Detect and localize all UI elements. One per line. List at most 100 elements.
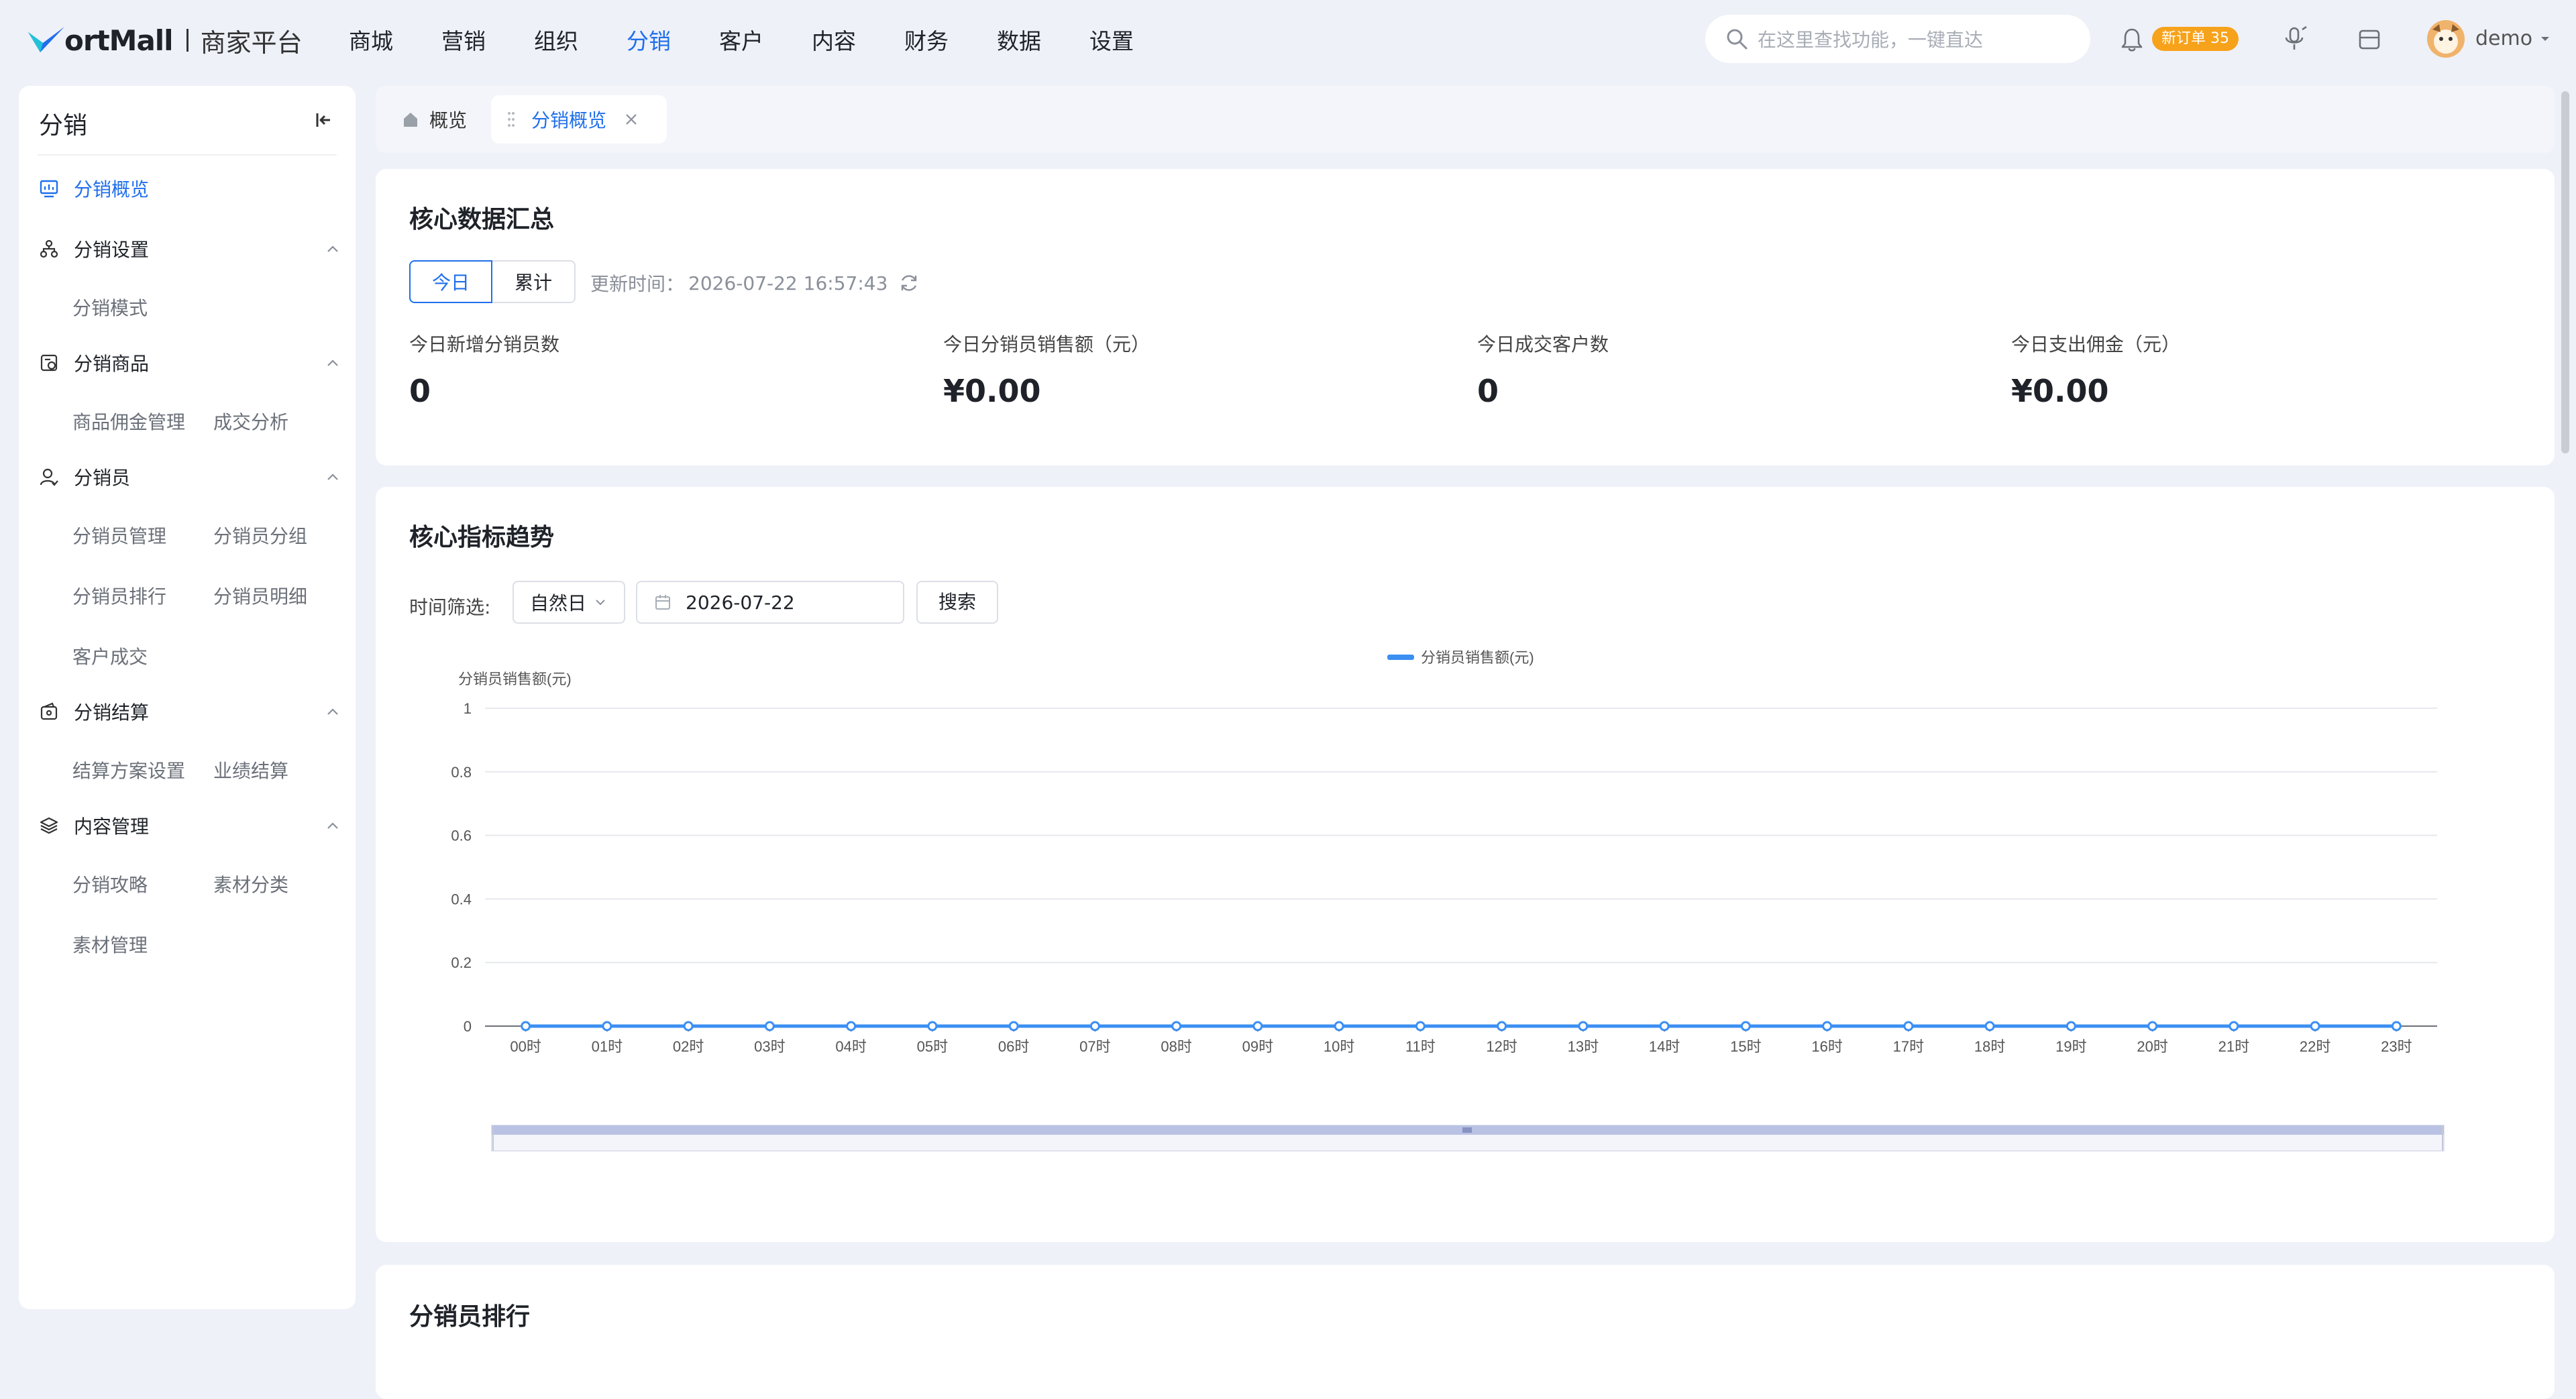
sidebar-sub-manage[interactable]: 分销员管理 xyxy=(72,522,166,549)
top-bar: ortMall 商家平台 商城 营销 组织 分销 客户 内容 财务 数据 设置 … xyxy=(0,0,2576,79)
sidebar-group-label: 内容管理 xyxy=(74,816,150,838)
org-tree-icon xyxy=(40,239,58,258)
new-order-badge[interactable]: 新订单 35 xyxy=(2152,27,2239,51)
tab-home[interactable]: 概览 xyxy=(386,95,487,144)
period-toggle: 今日 累计 xyxy=(409,260,576,303)
nav-finance[interactable]: 财务 xyxy=(904,23,949,56)
nav-marketing[interactable]: 营销 xyxy=(441,23,486,56)
user-menu[interactable]: demo xyxy=(2475,27,2551,50)
tab-current-label: 分销概览 xyxy=(531,109,607,131)
period-total-button[interactable]: 累计 xyxy=(492,260,576,303)
avatar-face-icon xyxy=(2427,20,2465,58)
stat-value: 0 xyxy=(409,373,431,409)
sidebar-group-distributors[interactable]: 分销员 xyxy=(39,460,341,494)
data-point xyxy=(2229,1021,2239,1031)
chevron-up-icon xyxy=(327,708,338,715)
x-tick-label: 22时 xyxy=(2300,1038,2330,1055)
sidebar-divider xyxy=(38,154,337,156)
stat-new-distributors: 今日新增分销员数 0 xyxy=(409,330,559,409)
nav-customer[interactable]: 客户 xyxy=(719,23,763,56)
search-icon xyxy=(1727,29,1748,50)
sidebar-sub-detail[interactable]: 分销员明细 xyxy=(213,582,307,609)
summary-title: 核心数据汇总 xyxy=(409,206,555,233)
x-tick-label: 23时 xyxy=(2381,1038,2412,1055)
sidebar-group-settings[interactable]: 分销设置 xyxy=(39,232,341,266)
sidebar-sub-analysis[interactable]: 成交分析 xyxy=(213,408,288,435)
sidebar-group-label: 分销设置 xyxy=(74,239,150,261)
wallet-icon xyxy=(40,702,58,720)
stat-customers: 今日成交客户数 0 xyxy=(1477,330,1609,409)
sidebar-group-settlement[interactable]: 分销结算 xyxy=(39,695,341,728)
nav-content[interactable]: 内容 xyxy=(812,23,856,56)
sidebar-group-label: 分销商品 xyxy=(74,353,150,375)
username: demo xyxy=(2475,27,2533,50)
sidebar-sub-mode[interactable]: 分销模式 xyxy=(72,294,148,321)
close-icon[interactable] xyxy=(624,112,639,127)
nav-distribution[interactable]: 分销 xyxy=(627,23,671,56)
nav-settings[interactable]: 设置 xyxy=(1089,23,1134,56)
y-tick-label: 1 xyxy=(464,700,472,717)
sidebar-sub-material[interactable]: 素材管理 xyxy=(72,931,148,958)
data-point xyxy=(521,1021,531,1031)
logo[interactable]: ortMall 商家平台 xyxy=(27,20,303,60)
x-tick-label: 19时 xyxy=(2055,1038,2086,1055)
search-input[interactable]: 在这里查找功能，一键直达 xyxy=(1705,15,2090,63)
nav-organization[interactable]: 组织 xyxy=(534,23,578,56)
tab-distribution-overview[interactable]: 分销概览 xyxy=(491,95,667,144)
sidebar-group-goods[interactable]: 分销商品 xyxy=(39,346,341,380)
sidebar-group-content[interactable]: 内容管理 xyxy=(39,809,341,842)
legend-label: 分销员销售额(元) xyxy=(1421,649,1534,666)
x-tick-label: 00时 xyxy=(510,1038,541,1055)
data-point xyxy=(1171,1021,1182,1031)
avatar[interactable] xyxy=(2427,20,2465,58)
x-tick-label: 01时 xyxy=(592,1038,623,1055)
data-point xyxy=(1415,1021,1426,1031)
chevron-up-icon xyxy=(327,359,338,366)
y-tick-label: 0.2 xyxy=(451,954,472,971)
y-tick-label: 0.8 xyxy=(451,764,472,781)
sidebar: 分销 分销概览 分销设置 分销模式 分销商品 商品佣金管理 成交分析 分销员 分… xyxy=(19,86,356,1309)
page-scrollbar[interactable] xyxy=(2561,91,2569,453)
x-tick-label: 07时 xyxy=(1079,1038,1110,1055)
refresh-icon[interactable] xyxy=(898,272,920,294)
x-tick-label: 09时 xyxy=(1242,1038,1273,1055)
chevron-up-icon xyxy=(327,822,338,829)
sidebar-group-label: 分销员 xyxy=(74,467,131,489)
sidebar-sub-scheme[interactable]: 结算方案设置 xyxy=(72,757,185,783)
store-icon[interactable] xyxy=(2357,27,2381,51)
layers-icon xyxy=(40,817,58,834)
data-point xyxy=(2065,1021,2076,1031)
sidebar-sub-category[interactable]: 素材分类 xyxy=(213,871,288,897)
sidebar-sub-rank[interactable]: 分销员排行 xyxy=(72,582,166,609)
data-point xyxy=(683,1021,694,1031)
stat-value: ¥0.00 xyxy=(943,373,1041,409)
data-point xyxy=(927,1021,938,1031)
nav-data[interactable]: 数据 xyxy=(997,23,1041,56)
sidebar-item-label: 分销概览 xyxy=(74,178,150,201)
sidebar-sub-group[interactable]: 分销员分组 xyxy=(213,522,307,549)
sidebar-sub-commission[interactable]: 商品佣金管理 xyxy=(72,408,185,435)
data-point xyxy=(1659,1021,1670,1031)
collapse-sidebar-icon[interactable] xyxy=(314,110,334,130)
update-time-value: 2026-07-22 16:57:43 xyxy=(688,272,888,294)
bell-icon[interactable] xyxy=(2120,27,2144,52)
drag-handle-icon[interactable] xyxy=(507,110,515,129)
sidebar-sub-deals[interactable]: 客户成交 xyxy=(72,642,148,669)
legend-swatch xyxy=(1387,655,1414,660)
stat-value: 0 xyxy=(1477,373,1499,409)
stat-commission: 今日支出佣金（元） ¥0.00 xyxy=(2011,330,2180,409)
sidebar-item-overview[interactable]: 分销概览 xyxy=(39,172,341,205)
sidebar-sub-guide[interactable]: 分销攻略 xyxy=(72,871,148,897)
service-headset-icon[interactable] xyxy=(2282,25,2309,52)
update-time: 更新时间： 2026-07-22 16:57:43 xyxy=(590,270,920,296)
x-tick-label: 11时 xyxy=(1405,1038,1436,1055)
tab-home-label: 概览 xyxy=(429,109,468,131)
nav-mall[interactable]: 商城 xyxy=(349,23,393,56)
period-today-button[interactable]: 今日 xyxy=(409,260,492,303)
chevron-up-icon xyxy=(327,473,338,480)
stat-label: 今日分销员销售额（元） xyxy=(943,333,1150,355)
x-tick-label: 08时 xyxy=(1161,1038,1191,1055)
x-tick-label: 17时 xyxy=(1893,1038,1924,1055)
sidebar-sub-performance[interactable]: 业绩结算 xyxy=(213,757,288,783)
x-tick-label: 16时 xyxy=(1811,1038,1842,1055)
